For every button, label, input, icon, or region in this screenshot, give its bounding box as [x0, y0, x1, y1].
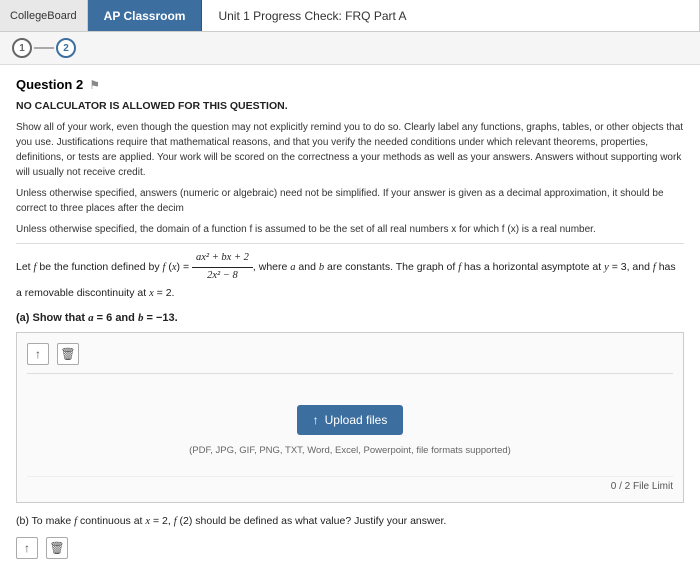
- ap-classroom-tab[interactable]: AP Classroom: [88, 0, 203, 31]
- step-2[interactable]: 2: [56, 38, 76, 58]
- step-connector: [34, 47, 54, 49]
- upload-center: ↑ Upload files (PDF, JPG, GIF, PNG, TXT,…: [27, 390, 673, 470]
- problem-text: Let f be the function defined by f (x) =…: [16, 250, 684, 302]
- collegeboard-logo[interactable]: CollegeBoard: [0, 0, 88, 31]
- upload-toolbar: ↑ 🗑: [27, 343, 673, 374]
- step-1[interactable]: 1: [12, 38, 32, 58]
- file-limit: 0 / 2 File Limit: [27, 476, 673, 492]
- no-calculator-notice: NO CALCULATOR IS ALLOWED FOR THIS QUESTI…: [16, 100, 684, 112]
- part-b-label: (b) To make f continuous at x = 2, f (2)…: [16, 513, 684, 531]
- part-b-upload-button[interactable]: ↑: [16, 537, 38, 559]
- instruction-3: Unless otherwise specified, the domain o…: [16, 222, 684, 237]
- upload-files-label: Upload files: [325, 413, 388, 427]
- upload-formats-text: (PDF, JPG, GIF, PNG, TXT, Word, Excel, P…: [189, 445, 511, 456]
- part-b-section: (b) To make f continuous at x = 2, f (2)…: [16, 513, 684, 559]
- top-bar: CollegeBoard AP Classroom Unit 1 Progres…: [0, 0, 700, 32]
- collegeboard-label: CollegeBoard: [10, 10, 77, 22]
- section-divider: [16, 243, 684, 244]
- step-indicator: 1 2: [0, 32, 700, 65]
- file-limit-text: 0 / 2 File Limit: [611, 481, 673, 492]
- part-b-trash-icon: 🗑: [49, 541, 64, 555]
- page-title-tab: Unit 1 Progress Check: FRQ Part A: [202, 0, 700, 31]
- upload-area-a: ↑ 🗑 ↑ Upload files (PDF, JPG, GIF, PNG, …: [16, 332, 684, 503]
- upload-arrow-icon-btn: ↑: [313, 413, 319, 427]
- instruction-2: Unless otherwise specified, answers (num…: [16, 186, 684, 216]
- trash-icon-button[interactable]: 🗑: [57, 343, 79, 365]
- part-a-label: (a) Show that a = 6 and b = −13.: [16, 312, 684, 324]
- part-b-toolbar: ↑ 🗑: [16, 537, 684, 559]
- part-b-upload-icon: ↑: [24, 541, 30, 555]
- flag-icon[interactable]: ⚑: [89, 78, 100, 92]
- part-b-trash-button[interactable]: 🗑: [46, 537, 68, 559]
- question-header: Question 2 ⚑: [16, 77, 684, 92]
- upload-icon-button[interactable]: ↑: [27, 343, 49, 365]
- question-title: Question 2: [16, 77, 83, 92]
- instruction-1: Show all of your work, even though the q…: [16, 120, 684, 180]
- ap-tab-label: AP Classroom: [104, 9, 186, 23]
- page-title-text: Unit 1 Progress Check: FRQ Part A: [218, 9, 406, 23]
- upload-files-button[interactable]: ↑ Upload files: [297, 405, 404, 435]
- trash-icon: 🗑: [60, 347, 75, 361]
- upload-arrow-icon: ↑: [35, 347, 41, 361]
- main-content: Question 2 ⚑ NO CALCULATOR IS ALLOWED FO…: [0, 65, 700, 571]
